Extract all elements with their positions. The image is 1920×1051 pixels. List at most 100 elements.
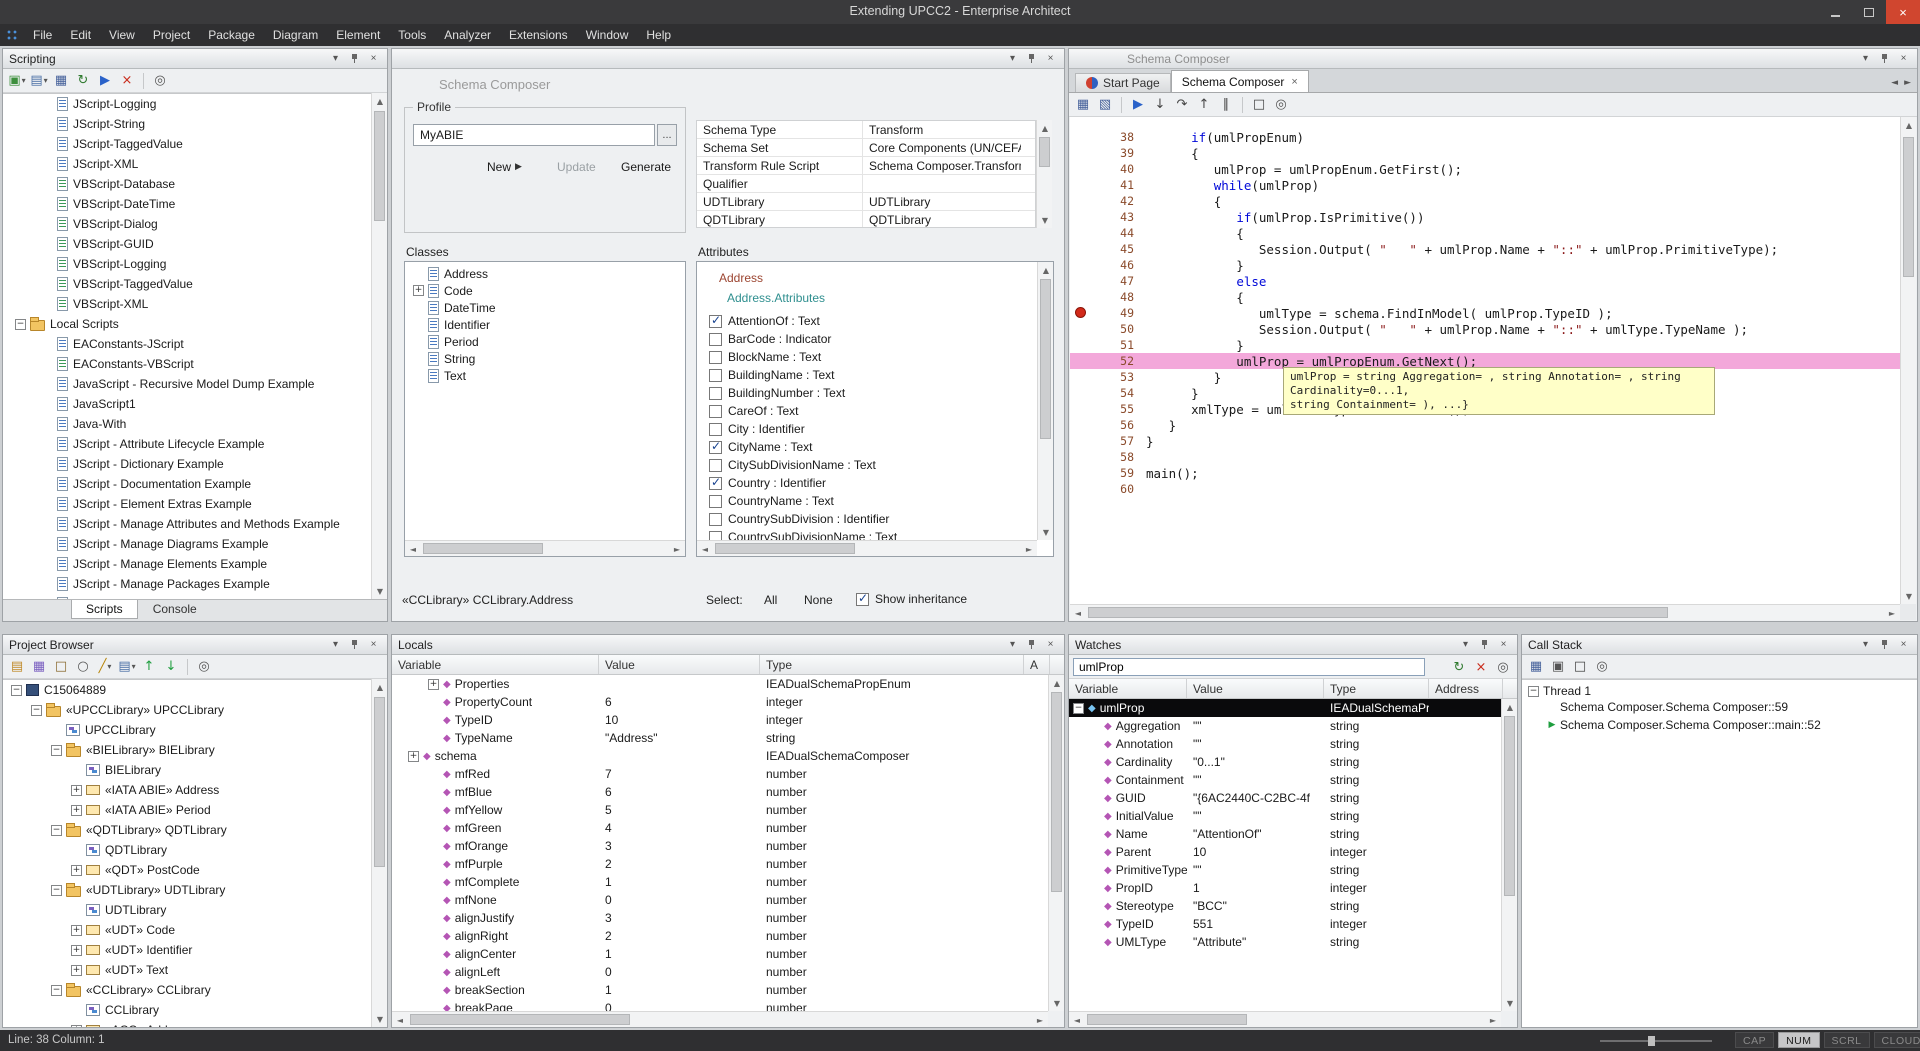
browse-profile-button[interactable]: ... <box>657 124 677 146</box>
class-item[interactable]: Period <box>405 333 685 350</box>
gutter-cell[interactable]: 38 <box>1070 129 1146 145</box>
script-item[interactable]: EAConstants-JScript <box>3 334 371 354</box>
scroll-left-icon[interactable]: ◄ <box>1070 605 1086 621</box>
script-item[interactable]: VBScript-Dialog <box>3 214 371 234</box>
gutter-cell[interactable]: 40 <box>1070 161 1146 177</box>
tab-scripts[interactable]: Scripts <box>71 600 138 619</box>
local-variable-row[interactable]: ◆alignRight2number <box>392 927 1048 945</box>
project-item[interactable]: UPCCLibrary <box>3 720 371 740</box>
run-icon[interactable]: ▶ <box>1128 95 1148 115</box>
menu-item-tools[interactable]: Tools <box>389 25 435 45</box>
breakpoint-icon[interactable] <box>1075 307 1086 318</box>
refresh-watches-icon[interactable]: ↻ <box>1449 657 1469 677</box>
menu-item-package[interactable]: Package <box>199 25 264 45</box>
expand-icon[interactable]: + <box>71 865 82 876</box>
menu-item-edit[interactable]: Edit <box>61 25 100 45</box>
menu-item-element[interactable]: Element <box>327 25 389 45</box>
collapse-icon[interactable]: − <box>1528 686 1539 697</box>
watch-variable-row[interactable]: ◆InitialValue""string <box>1069 807 1501 825</box>
watch-variable-row[interactable]: ◆Annotation""string <box>1069 735 1501 753</box>
help-icon[interactable]: ◎ <box>1592 657 1612 677</box>
attribute-item[interactable]: CityName : Text <box>697 438 1037 456</box>
scrollbar-vertical[interactable]: ▲ ▼ <box>1036 120 1052 228</box>
code-line[interactable]: 43 if(umlProp.IsPrimitive()) <box>1070 209 1900 225</box>
scroll-right-icon[interactable]: ► <box>1485 1012 1501 1028</box>
script-item[interactable]: JScript-TaggedValue <box>3 134 371 154</box>
watch-variable-row[interactable]: ◆Parent10integer <box>1069 843 1501 861</box>
project-item[interactable]: +«ACC» Address <box>3 1020 371 1027</box>
scroll-thumb[interactable] <box>1088 607 1668 618</box>
gutter-cell[interactable]: 56 <box>1070 417 1146 433</box>
windows-icon[interactable]: □ <box>1249 95 1269 115</box>
step-into-icon[interactable]: ↓ <box>1150 95 1170 115</box>
local-variable-row[interactable]: ◆alignJustify3number <box>392 909 1048 927</box>
scroll-left-icon[interactable]: ◄ <box>405 541 421 557</box>
scroll-right-icon[interactable]: ► <box>669 541 685 557</box>
scroll-thumb[interactable] <box>1040 279 1051 439</box>
code-line[interactable]: 59main(); <box>1070 465 1900 481</box>
watch-variable-row[interactable]: ◆Name"AttentionOf"string <box>1069 825 1501 843</box>
locals-rows[interactable]: +◆PropertiesIEADualSchemaPropEnum◆Proper… <box>392 675 1048 1011</box>
column-header-variable[interactable]: Variable <box>392 655 599 674</box>
checkbox-unchecked-icon[interactable] <box>709 513 722 526</box>
composer-titlebar[interactable]: ▾ × <box>392 49 1064 69</box>
script-item[interactable]: JScript - Dictionary Example <box>3 454 371 474</box>
menu-item-diagram[interactable]: Diagram <box>264 25 327 45</box>
scroll-down-icon[interactable]: ▼ <box>1037 212 1053 228</box>
project-item[interactable]: +«QDT» PostCode <box>3 860 371 880</box>
local-variable-row[interactable]: ◆mfPurple2number <box>392 855 1048 873</box>
scroll-thumb[interactable] <box>1903 137 1914 277</box>
local-variable-row[interactable]: ◆PropertyCount6integer <box>392 693 1048 711</box>
scripting-panel-titlebar[interactable]: Scripting ▾ × <box>3 49 387 69</box>
code-editor[interactable]: 38 if(umlPropEnum)39 {40 umlProp = umlPr… <box>1070 117 1900 604</box>
code-line[interactable]: 39 { <box>1070 145 1900 161</box>
project-item[interactable]: −«QDTLibrary» QDTLibrary <box>3 820 371 840</box>
menu-item-view[interactable]: View <box>100 25 144 45</box>
class-item[interactable]: Text <box>405 367 685 384</box>
script-item[interactable]: JScript - Documentation Example <box>3 474 371 494</box>
checkbox-unchecked-icon[interactable] <box>709 333 722 346</box>
attribute-item[interactable]: CountryName : Text <box>697 492 1037 510</box>
pin-icon[interactable] <box>1877 638 1892 652</box>
scroll-left-icon[interactable]: ◄ <box>697 541 713 557</box>
code-line[interactable]: 57} <box>1070 433 1900 449</box>
project-item[interactable]: +«UDT» Text <box>3 960 371 980</box>
class-item[interactable]: Address <box>405 265 685 282</box>
collapse-icon[interactable]: − <box>51 985 62 996</box>
minimize-button[interactable] <box>1818 0 1852 24</box>
scroll-thumb[interactable] <box>410 1014 630 1025</box>
scroll-down-icon[interactable]: ▼ <box>1901 588 1917 604</box>
watch-variable-row[interactable]: ◆PrimitiveType""string <box>1069 861 1501 879</box>
expand-icon[interactable]: + <box>408 751 419 762</box>
watches-titlebar[interactable]: Watches ▾ × <box>1069 635 1517 655</box>
scrollbar-horizontal[interactable]: ◄ ► <box>392 1011 1048 1027</box>
edit-icon[interactable]: ╱▾ <box>95 657 115 677</box>
checkbox-unchecked-icon[interactable] <box>709 369 722 382</box>
gutter-cell[interactable]: 52 <box>1070 353 1146 369</box>
scroll-right-icon[interactable]: ► <box>1032 1012 1048 1028</box>
script-item[interactable]: JScript-Logging <box>3 94 371 114</box>
new-script-icon[interactable]: ▤▾ <box>29 71 49 91</box>
class-item[interactable]: Identifier <box>405 316 685 333</box>
column-header-value[interactable]: Value <box>1187 679 1324 698</box>
code-line[interactable]: 51 } <box>1070 337 1900 353</box>
thread-row[interactable]: −Thread 1 <box>1522 680 1917 698</box>
collapse-icon[interactable]: − <box>51 825 62 836</box>
checkbox-unchecked-icon[interactable] <box>709 351 722 364</box>
close-tab-icon[interactable]: × <box>1291 76 1297 88</box>
column-header-value[interactable]: Value <box>599 655 760 674</box>
help-icon[interactable]: ◎ <box>194 657 214 677</box>
project-item[interactable]: QDTLibrary <box>3 840 371 860</box>
script-item[interactable]: VBScript-GUID <box>3 234 371 254</box>
collapse-icon[interactable]: − <box>51 885 62 896</box>
save-all-icon[interactable]: ▧ <box>1095 95 1115 115</box>
scroll-up-icon[interactable]: ▲ <box>1038 262 1054 278</box>
watch-input[interactable] <box>1073 658 1425 676</box>
attribute-item[interactable]: BarCode : Indicator <box>697 330 1037 348</box>
expand-icon[interactable]: + <box>428 679 439 690</box>
gutter-cell[interactable]: 50 <box>1070 321 1146 337</box>
code-line[interactable]: 44 { <box>1070 225 1900 241</box>
code-line[interactable]: 60 <box>1070 481 1900 497</box>
checkbox-checked-icon[interactable] <box>856 593 869 606</box>
maximize-button[interactable] <box>1852 0 1886 24</box>
